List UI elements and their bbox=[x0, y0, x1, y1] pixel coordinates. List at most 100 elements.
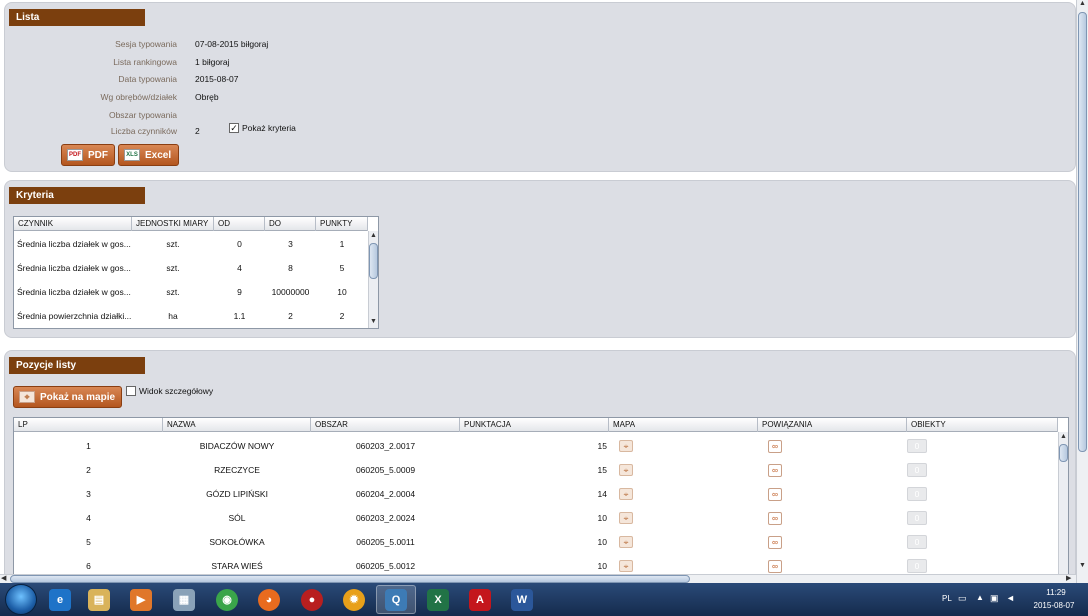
taskbar-app-file-explorer[interactable]: ▤ bbox=[79, 585, 119, 614]
objects-button[interactable]: 0 bbox=[907, 439, 927, 453]
objects-button[interactable]: 0 bbox=[907, 487, 927, 501]
criteria-col-od[interactable]: OD bbox=[214, 217, 265, 231]
criteria-cell-od: 9 bbox=[237, 287, 242, 297]
positions-cell-obszar: 060205_5.0011 bbox=[356, 537, 415, 547]
link-icon[interactable]: ∞ bbox=[768, 559, 782, 573]
positions-cell-obiekty: 0 bbox=[907, 511, 1058, 525]
taskbar-app-excel[interactable]: X bbox=[418, 585, 458, 614]
link-icon[interactable]: ∞ bbox=[768, 535, 782, 549]
positions-col-mapa[interactable]: MAPA bbox=[609, 418, 758, 432]
volume-icon[interactable]: ◄ bbox=[1006, 593, 1015, 603]
scroll-up-arrow-icon[interactable]: ▲ bbox=[1079, 0, 1086, 7]
field-value-data-typowania: 2015-08-07 bbox=[195, 74, 239, 84]
table-row[interactable]: Średnia liczba działek w gos... szt. 9 1… bbox=[14, 285, 368, 299]
taskbar-app-word[interactable]: W bbox=[502, 585, 542, 614]
map-pin-icon[interactable]: ⌖ bbox=[619, 440, 633, 452]
link-icon[interactable]: ∞ bbox=[768, 511, 782, 525]
show-criteria-checkbox[interactable]: ✓ bbox=[229, 123, 239, 133]
link-icon[interactable]: ∞ bbox=[768, 487, 782, 501]
criteria-col-jednostki[interactable]: JEDNOSTKI MIARY bbox=[132, 217, 214, 231]
link-icon[interactable]: ∞ bbox=[768, 463, 782, 477]
scroll-thumb[interactable] bbox=[1059, 444, 1068, 462]
detail-view-checkbox[interactable] bbox=[126, 386, 136, 396]
taskbar-app-red[interactable]: ● bbox=[292, 585, 332, 614]
criteria-col-do[interactable]: DO bbox=[265, 217, 316, 231]
positions-cell-obiekty: 0 bbox=[907, 463, 1058, 477]
table-row[interactable]: Średnia powierzchnia działki... ha 1.1 2… bbox=[14, 309, 368, 323]
scroll-down-arrow-icon[interactable]: ▼ bbox=[1079, 562, 1086, 569]
link-icon[interactable]: ∞ bbox=[768, 439, 782, 453]
objects-button[interactable]: 0 bbox=[907, 463, 927, 477]
criteria-cell-do: 3 bbox=[288, 239, 293, 249]
positions-col-powiazania[interactable]: POWIĄZANIA bbox=[758, 418, 907, 432]
table-row[interactable]: 4 SÓL 060203_2.0024 10 ⌖ ∞ 0 bbox=[14, 509, 1058, 527]
keyboard-icon[interactable]: ▭ bbox=[958, 593, 967, 604]
excel-export-button[interactable]: XLS Excel bbox=[118, 144, 179, 166]
map-pin-icon[interactable]: ⌖ bbox=[619, 464, 633, 476]
table-row[interactable]: 5 SOKOŁÓWKA 060205_5.0011 10 ⌖ ∞ 0 bbox=[14, 533, 1058, 551]
taskbar-app-chrome[interactable]: ◉ bbox=[207, 585, 247, 614]
taskbar-app-calculator[interactable]: ▦ bbox=[164, 585, 204, 614]
page-scroll-thumb[interactable] bbox=[1078, 12, 1087, 452]
excel-button-label: Excel bbox=[145, 149, 172, 161]
clock-time[interactable]: 11:29 bbox=[1032, 588, 1080, 597]
positions-cell-mapa: ⌖ bbox=[609, 536, 758, 548]
map-pin-icon[interactable]: ⌖ bbox=[619, 536, 633, 548]
page-hscroll-thumb[interactable] bbox=[10, 575, 690, 583]
positions-col-lp[interactable]: LP bbox=[14, 418, 163, 432]
start-button-icon[interactable] bbox=[5, 584, 37, 615]
table-row[interactable]: Średnia liczba działek w gos... szt. 0 3… bbox=[14, 237, 368, 251]
windows-taskbar: e ▤ ▶ ▦ ◉ ◕ ● ✹ Q X A W bbox=[0, 583, 1088, 616]
criteria-col-punkty[interactable]: PUNKTY bbox=[316, 217, 368, 231]
taskbar-app-search[interactable]: Q bbox=[376, 585, 416, 614]
table-row[interactable]: 3 GÓZD LIPIŃSKI 060204_2.0004 14 ⌖ ∞ 0 bbox=[14, 485, 1058, 503]
positions-vertical-scrollbar[interactable]: ▲ bbox=[1058, 432, 1068, 576]
network-icon[interactable]: ▣ bbox=[990, 593, 999, 604]
clock-date[interactable]: 2015-08-07 bbox=[1028, 601, 1080, 610]
scroll-left-arrow-icon[interactable]: ◀ bbox=[1, 574, 6, 582]
positions-col-obiekty[interactable]: OBIEKTY bbox=[907, 418, 1058, 432]
criteria-col-czynnik[interactable]: CZYNNIK bbox=[14, 217, 132, 231]
field-label-liczba-czynnikow: Liczba czynników bbox=[110, 126, 177, 136]
positions-cell-lp: 5 bbox=[86, 537, 91, 547]
positions-cell-punktacja: 10 bbox=[597, 537, 607, 547]
pdf-export-button[interactable]: PDF PDF bbox=[61, 144, 115, 166]
objects-button[interactable]: 0 bbox=[907, 559, 927, 573]
field-label-obszar-typowania: Obszar typowania bbox=[108, 110, 177, 120]
objects-button[interactable]: 0 bbox=[907, 511, 927, 525]
language-indicator[interactable]: PL bbox=[942, 594, 952, 603]
objects-button[interactable]: 0 bbox=[907, 535, 927, 549]
taskbar-app-firefox[interactable]: ◕ bbox=[249, 585, 289, 614]
positions-cell-punktacja: 14 bbox=[597, 489, 607, 499]
scroll-right-arrow-icon[interactable]: ▶ bbox=[1066, 574, 1071, 582]
taskbar-app-sun[interactable]: ✹ bbox=[334, 585, 374, 614]
criteria-vertical-scrollbar[interactable]: ▲ ▼ bbox=[368, 231, 378, 328]
show-on-map-button[interactable]: ⌖ Pokaż na mapie bbox=[13, 386, 122, 408]
positions-col-nazwa[interactable]: NAZWA bbox=[163, 418, 311, 432]
table-row[interactable]: 1 BIDACZÓW NOWY 060203_2.0017 15 ⌖ ∞ 0 bbox=[14, 437, 1058, 455]
lista-panel-title: Lista bbox=[9, 9, 145, 26]
taskbar-app-acrobat[interactable]: A bbox=[460, 585, 500, 614]
page-vertical-scrollbar[interactable]: ▲ ▼ bbox=[1076, 0, 1088, 583]
scroll-up-arrow-icon[interactable]: ▲ bbox=[1059, 432, 1068, 442]
map-pin-icon[interactable]: ⌖ bbox=[619, 488, 633, 500]
map-pin-icon[interactable]: ⌖ bbox=[619, 560, 633, 572]
table-row[interactable]: 6 STARA WIEŚ 060205_5.0012 10 ⌖ ∞ 0 bbox=[14, 557, 1058, 575]
scroll-up-arrow-icon[interactable]: ▲ bbox=[369, 231, 378, 241]
table-row[interactable]: 2 RZECZYCE 060205_5.0009 15 ⌖ ∞ 0 bbox=[14, 461, 1058, 479]
positions-cell-obiekty: 0 bbox=[907, 487, 1058, 501]
scroll-down-arrow-icon[interactable]: ▼ bbox=[369, 317, 378, 327]
app-window: Lista Sesja typowania 07-08-2015 biłgora… bbox=[0, 0, 1076, 578]
table-row[interactable]: Średnia liczba działek w gos... szt. 4 8… bbox=[14, 261, 368, 275]
map-pin-icon[interactable]: ⌖ bbox=[619, 512, 633, 524]
scroll-thumb[interactable] bbox=[369, 243, 378, 279]
criteria-table-header: CZYNNIK JEDNOSTKI MIARY OD DO PUNKTY bbox=[14, 217, 368, 231]
taskbar-app-media-player[interactable]: ▶ bbox=[121, 585, 161, 614]
positions-col-punktacja[interactable]: PUNKTACJA bbox=[460, 418, 609, 432]
positions-col-obszar[interactable]: OBSZAR bbox=[311, 418, 460, 432]
taskbar-app-internet-explorer[interactable]: e bbox=[40, 585, 80, 614]
criteria-cell-punkty: 1 bbox=[339, 239, 345, 249]
excel-app-icon: X bbox=[427, 588, 449, 611]
show-hidden-icons-icon[interactable]: ▲ bbox=[976, 593, 984, 602]
page-horizontal-scrollbar[interactable]: ◀ ▶ bbox=[0, 574, 1076, 583]
